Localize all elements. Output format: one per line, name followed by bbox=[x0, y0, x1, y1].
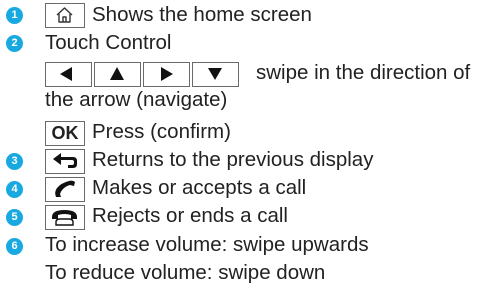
up-key bbox=[94, 62, 141, 87]
item-6-text-line2: To reduce volume: swipe down bbox=[45, 261, 326, 284]
down-key bbox=[192, 62, 239, 87]
left-key bbox=[45, 62, 92, 87]
item-5-text: Rejects or ends a call bbox=[92, 204, 288, 227]
item-3-text: Returns to the previous display bbox=[92, 148, 374, 171]
arrow-right-icon bbox=[161, 67, 173, 81]
ok-text: Press (confirm) bbox=[92, 120, 231, 143]
navigate-text-line1: swipe in the direction of bbox=[256, 61, 471, 84]
navigate-text-line2: the arrow (navigate) bbox=[45, 88, 228, 111]
call-key bbox=[45, 177, 85, 202]
back-arrow-icon bbox=[53, 153, 77, 168]
phone-hangup-icon bbox=[52, 210, 77, 226]
hangup-key bbox=[45, 205, 85, 230]
phone-accept-icon bbox=[55, 180, 75, 197]
right-key bbox=[143, 62, 190, 87]
number-badge-5: 5 bbox=[6, 209, 23, 226]
number-badge-3: 3 bbox=[6, 153, 23, 170]
ok-key-label: OK bbox=[51, 123, 79, 143]
item-1-text: Shows the home screen bbox=[92, 3, 312, 26]
item-2-text: Touch Control bbox=[45, 31, 172, 54]
item-6-text: To increase volume: swipe upwards bbox=[45, 233, 369, 256]
number-badge-4: 4 bbox=[6, 181, 23, 198]
home-icon bbox=[56, 7, 73, 23]
arrow-left-icon bbox=[60, 67, 72, 81]
number-badge-6: 6 bbox=[6, 238, 23, 255]
arrow-up-icon bbox=[110, 67, 124, 80]
ok-key: OK bbox=[45, 121, 85, 146]
back-key bbox=[45, 149, 85, 174]
arrow-down-icon bbox=[208, 68, 222, 80]
number-badge-2: 2 bbox=[6, 35, 23, 52]
number-badge-1: 1 bbox=[6, 7, 23, 24]
item-4-text: Makes or accepts a call bbox=[92, 176, 307, 199]
home-key bbox=[45, 3, 85, 28]
